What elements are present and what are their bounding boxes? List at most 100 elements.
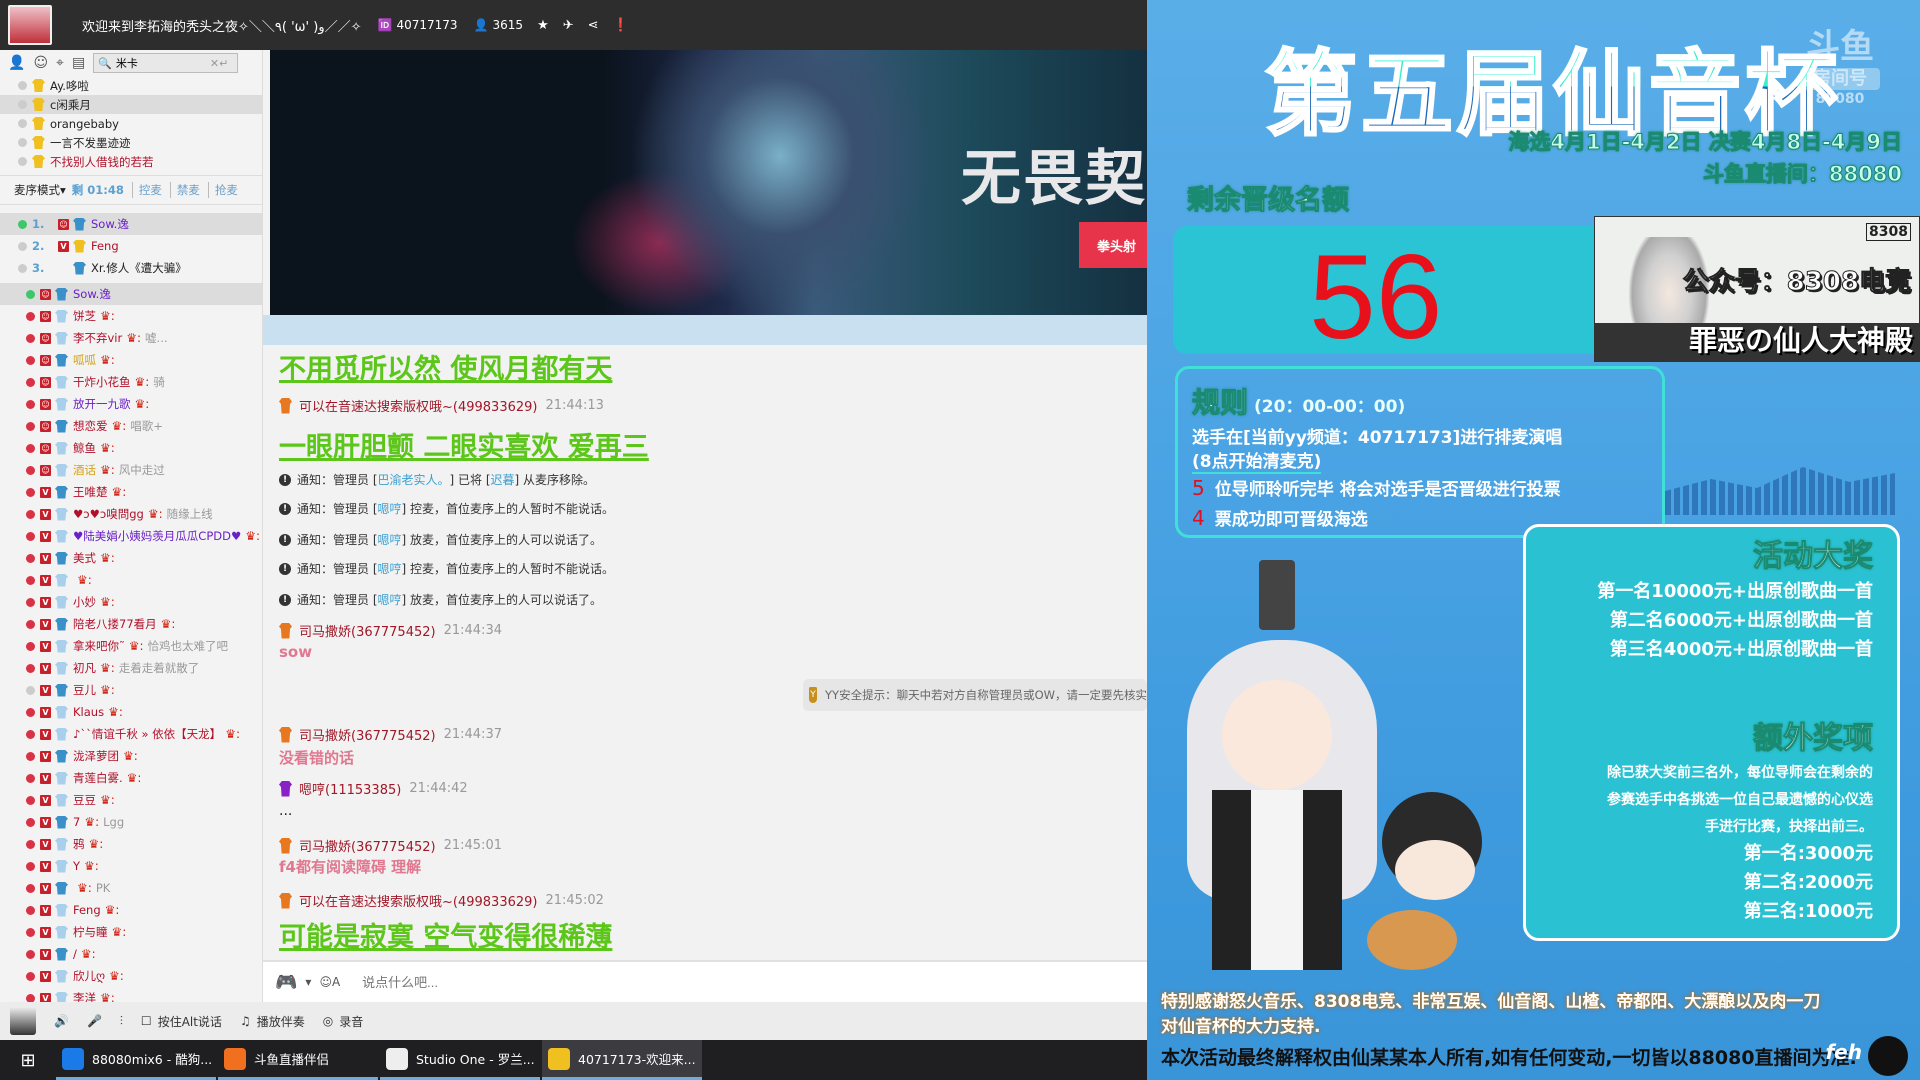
user-row[interactable]: V 青莲白雾. ♛: [0,767,262,789]
notice-admin[interactable]: 嗯哼 [378,560,402,577]
grab-mic-link[interactable]: 抢麦 [207,182,238,198]
user-row[interactable]: ☺ Sow.逸 [0,283,262,305]
user-row[interactable]: ☺ 想恋爱 ♛: 唱歌+ [0,415,262,437]
my-avatar[interactable] [10,1007,36,1035]
user-row[interactable]: V 拿来吧你˜ ♛: 恰鸡也太难了吧 [0,635,262,657]
record-button[interactable]: ◎ 录音 [323,1013,364,1030]
user-row[interactable]: V Y ♛: [0,855,262,877]
user-row[interactable]: V 泷泽萝团 ♛: [0,745,262,767]
ban-mic-link[interactable]: 禁麦 [169,182,200,198]
chat-sender[interactable]: 司马撒娇(367775452) [299,725,436,744]
user-row[interactable]: ☺ 鲸鱼 ♛: [0,437,262,459]
taskbar-item[interactable]: Studio One - 罗兰... [380,1040,540,1080]
user-row[interactable]: ☺ 饼芝 ♛: [0,305,262,327]
user-row[interactable]: orangebaby [0,114,262,133]
microphone-icon[interactable]: 🎤 [87,1014,102,1028]
windows-start-icon[interactable]: ⊞ [0,1050,56,1071]
equalizer-icon[interactable]: ⫶ [120,1014,123,1029]
user-row[interactable]: V 鸦 ♛: [0,833,262,855]
user-row[interactable]: ☺ 李不弃vir ♛: 嘘... [0,327,262,349]
user-row[interactable]: V 陪老八搂77看月 ♛: [0,613,262,635]
user-row[interactable]: V 柠与瞳 ♛: [0,921,262,943]
queue-row[interactable]: 2. V Feng [0,235,262,257]
user-row[interactable]: V ♛: PK [0,877,262,899]
notice-admin[interactable]: 嗯哼 [378,500,402,517]
user-row[interactable]: V 王唯楚 ♛: [0,481,262,503]
shirt-icon [55,705,68,719]
gamepad-icon[interactable]: 🎮 [275,972,297,993]
rank-badge-icon: ☺ [40,354,51,366]
user-row[interactable]: ☺ 放开一九歌 ♛: [0,393,262,415]
checkbox-icon[interactable]: ☐ [141,1014,152,1028]
chat-sender[interactable]: 司马撒娇(367775452) [299,836,436,855]
taskbar-item[interactable]: 88080mix6 - 酷狗... [56,1040,216,1080]
mic-mode-dropdown[interactable]: 麦序模式 [14,182,60,198]
chat-sender[interactable]: 嗯哼(11153385) [299,779,401,798]
status-dot-icon [26,971,35,981]
queue-row[interactable]: 1. ☺ Sow.逸 [0,213,262,235]
person-icon[interactable]: 👤 [8,55,25,71]
shirt-icon [55,639,68,653]
chat-sender[interactable]: 可以在音速达搜索版权哦~(499833629) [299,396,537,415]
taskbar-item[interactable]: 斗鱼直播伴侣 [218,1040,378,1080]
user-search-input[interactable] [115,57,206,69]
notice-admin[interactable]: 巴渝老实人。 [378,471,450,488]
user-row[interactable]: ☺ 干炸小花鱼 ♛: 骑 [0,371,262,393]
list-icon[interactable]: ▤ [72,55,85,71]
user-row[interactable]: V ♪ˋˋ情谊千秋 » 依依【天龙】 ♛: [0,723,262,745]
user-row[interactable]: V Feng ♛: [0,899,262,921]
user-row[interactable]: Ay.哆啦 [0,76,262,95]
accompany-button[interactable]: ♫ 播放伴奏 [240,1013,305,1030]
shirt-icon [55,925,68,939]
user-row[interactable]: V ♥ɔ♥ɔ嗅問gg ♛: 随缘上线 [0,503,262,525]
user-row[interactable]: c闲乘月 [0,95,262,114]
user-row[interactable]: V ♛: [0,569,262,591]
notice-target[interactable]: 迟暮 [491,471,515,488]
user-row[interactable]: V Klaus ♛: [0,701,262,723]
ad-banner[interactable]: 无畏契 拳头射 [270,50,1147,315]
user-row[interactable]: ☺ 酒话 ♛: 风中走过 [0,459,262,481]
control-mic-link[interactable]: 控麦 [131,182,162,198]
user-row[interactable]: V 豆儿 ♛: [0,679,262,701]
report-icon[interactable]: ❗ [613,18,629,33]
user-row[interactable]: V 豆豆 ♛: [0,789,262,811]
user-row[interactable]: V 美式 ♛: [0,547,262,569]
rules-number: 4 [1192,506,1205,530]
push-to-talk-toggle[interactable]: ☐ 按住Alt说话 [141,1013,222,1030]
user-row[interactable]: V ♥陆美娟小姨妈羡月瓜瓜CPDD♥ ♛: [0,525,262,547]
chevron-down-icon[interactable]: ▾ [60,183,66,197]
user-row[interactable]: ☺ 呱呱 ♛: [0,349,262,371]
user-row[interactable]: V 初凡 ♛: 走着走着就散了 [0,657,262,679]
user-row[interactable]: V / ♛: [0,943,262,965]
system-notice: ! 通知：管理员 [嗯哼] 控麦，首位麦序上的人暂时不能说话。 [279,560,614,577]
user-search[interactable]: 🔍 ✕↵ [93,53,239,73]
banner-button[interactable]: 拳头射 [1079,222,1147,268]
chevron-down-icon[interactable]: ▾ [305,975,311,989]
user-row[interactable]: 不找别人借钱的若若 [0,152,262,171]
chat-sender[interactable]: 司马撒娇(367775452) [299,621,436,640]
clear-icon[interactable]: ✕↵ [210,57,228,70]
notice-admin[interactable]: 嗯哼 [378,591,402,608]
chat-sender[interactable]: 可以在音速达搜索版权哦~(499833629) [299,891,537,910]
user-row[interactable]: V 小妙 ♛: [0,591,262,613]
channel-avatar[interactable] [8,5,52,45]
star-icon[interactable]: ★ [537,18,549,33]
rank-badge-icon: ☺ [40,376,51,388]
chat-input[interactable] [362,974,963,990]
user-row[interactable]: V 欣儿ღ ♛: [0,965,262,987]
taskbar-item[interactable]: 40717173-欢迎来... [542,1040,702,1080]
user-row[interactable]: 一言不发墨迹迹 [0,133,262,152]
plane-icon[interactable]: ✈ [563,18,574,33]
speaker-icon[interactable]: 🔊 [54,1014,69,1028]
share-icon[interactable]: ⋖ [588,18,599,33]
location-icon[interactable]: ⌖ [56,55,64,71]
status-dot-icon [26,487,35,497]
user-row[interactable]: V 7 ♛: Lgg [0,811,262,833]
wechat-account: 公众号：8308电竞 [1682,267,1911,298]
font-style-icon[interactable]: ☺A [319,975,340,989]
notice-admin[interactable]: 嗯哼 [378,531,402,548]
system-notice: ! 通知：管理员 [嗯哼] 控麦，首位麦序上的人暂时不能说话。 [279,500,614,517]
chat-icon[interactable]: ☺ [33,55,48,71]
status-dot-icon [26,795,35,805]
queue-row[interactable]: 3. Xr.修人《遭大骗》 [0,257,262,279]
